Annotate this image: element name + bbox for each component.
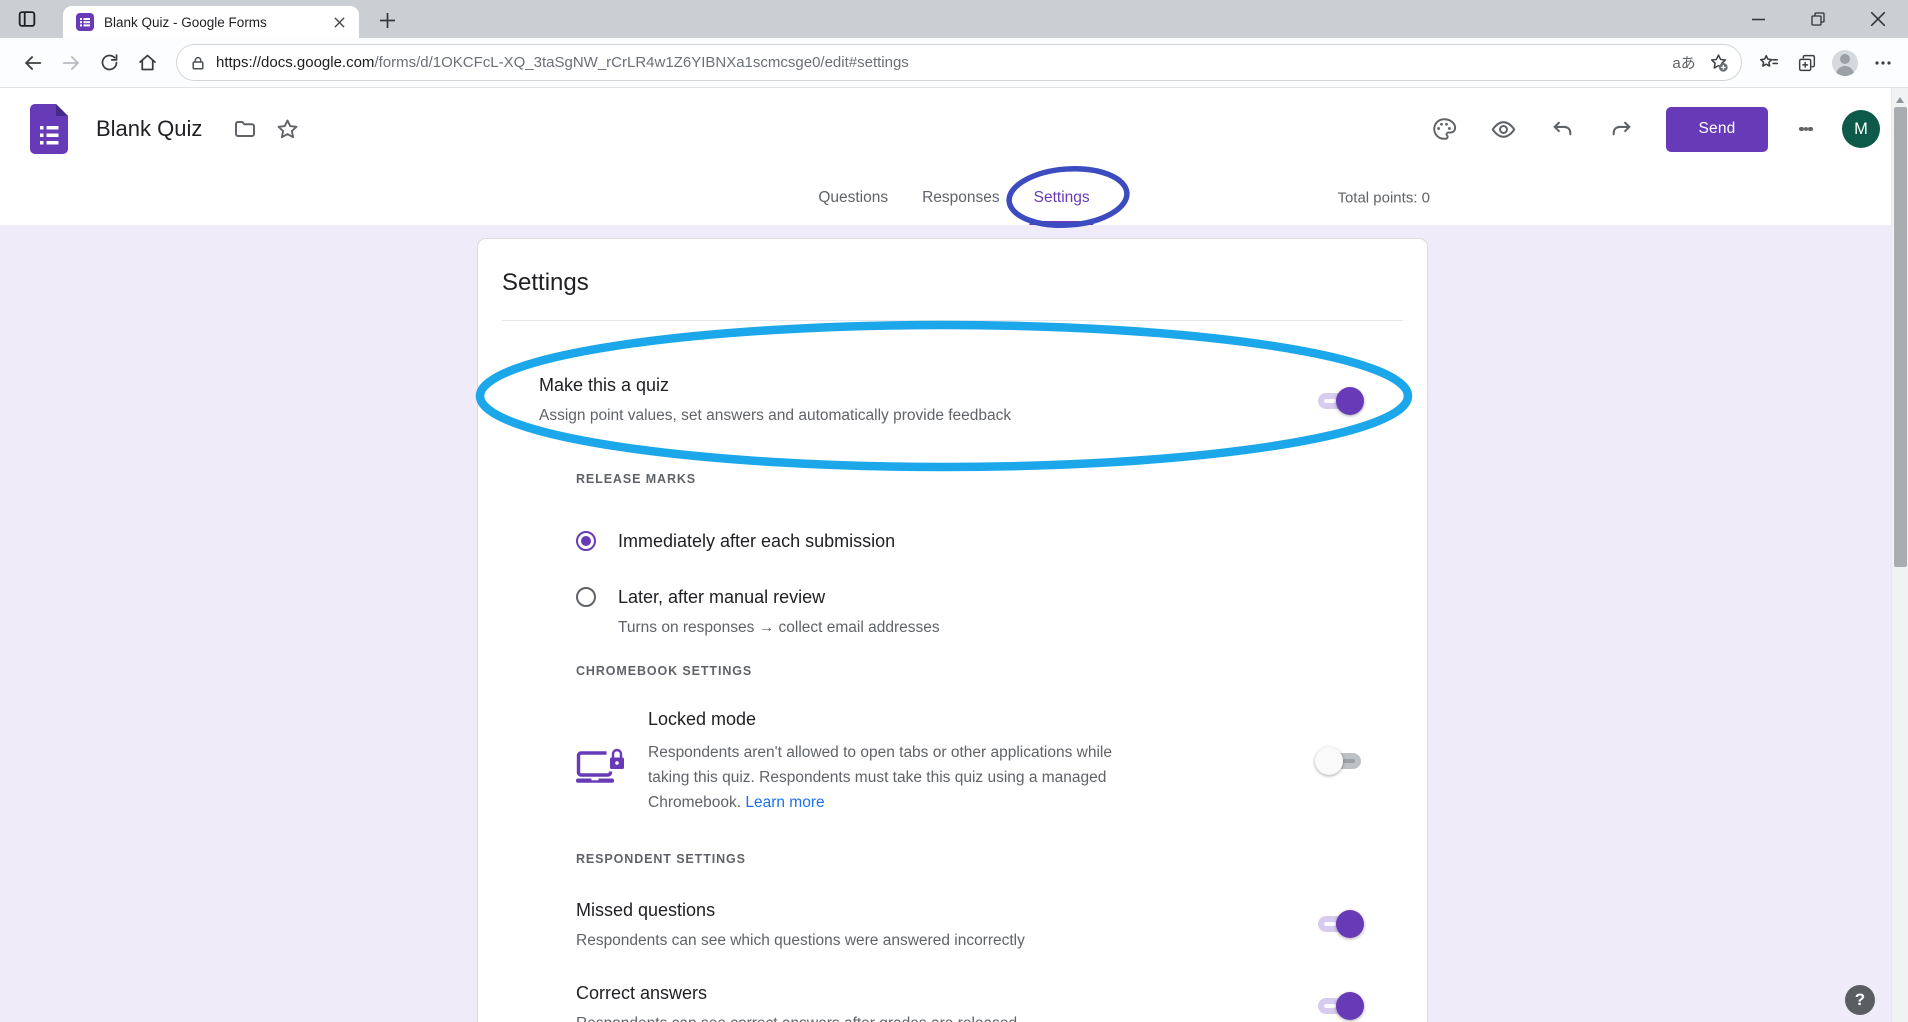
missed-questions-subtitle: Respondents can see which questions were… [576, 931, 1427, 951]
form-title[interactable]: Blank Quiz [96, 116, 202, 142]
missed-questions-toggle[interactable] [1316, 910, 1363, 938]
url-text: https://docs.google.com/forms/d/1OKCFcL-… [216, 54, 1667, 71]
respondent-heading: RESPONDENT SETTINGS [576, 852, 1427, 867]
redo-icon[interactable] [1600, 108, 1642, 150]
forms-logo-icon[interactable] [30, 104, 68, 154]
minimize-button[interactable] [1728, 0, 1788, 38]
tab-title: Blank Quiz - Google Forms [104, 15, 327, 30]
profile-avatar [1832, 50, 1858, 76]
locked-mode-toggle[interactable] [1316, 747, 1363, 775]
forms-header: Blank Quiz [0, 88, 1908, 170]
settings-card: Settings Make this a quiz Assign point v… [477, 238, 1428, 1022]
forms-nav: Questions Responses Settings Total point… [0, 170, 1908, 225]
browser-menu-icon[interactable] [1864, 44, 1902, 82]
profile-icon[interactable] [1826, 44, 1864, 82]
preview-eye-icon[interactable] [1482, 108, 1524, 150]
missed-questions-title: Missed questions [576, 898, 1427, 922]
browser-tab[interactable]: Blank Quiz - Google Forms [63, 6, 359, 38]
locked-mode-row: Locked mode Respondents aren't allowed t… [576, 707, 1427, 815]
browser-titlebar: Blank Quiz - Google Forms [0, 0, 1908, 38]
radio-unselected-icon[interactable] [576, 587, 596, 607]
window-layout-icon [16, 8, 38, 30]
correct-answers-toggle[interactable] [1316, 992, 1363, 1020]
make-quiz-subtitle: Assign point values, set answers and aut… [539, 406, 1427, 426]
tab-settings[interactable]: Settings [1017, 170, 1107, 225]
radio-option-later[interactable]: Later, after manual review [576, 585, 1427, 609]
radio-later-note: Turns on responses → collect email addre… [618, 618, 1427, 638]
missed-questions-row: Missed questions Respondents can see whi… [576, 898, 1427, 951]
correct-answers-row: Correct answers Respondents can see corr… [576, 981, 1427, 1022]
new-tab-button[interactable] [372, 7, 402, 33]
page-scrollbar[interactable] [1891, 88, 1908, 1022]
restore-button[interactable] [1788, 0, 1848, 38]
move-to-folder-icon[interactable] [224, 108, 266, 150]
total-points-label: Total points: 0 [1337, 189, 1430, 206]
translate-icon[interactable]: aあ [1667, 47, 1701, 79]
learn-more-link[interactable]: Learn more [745, 794, 824, 811]
radio-option-immediately[interactable]: Immediately after each submission [576, 529, 1427, 553]
favorites-icon[interactable] [1750, 44, 1788, 82]
collections-icon[interactable] [1788, 44, 1826, 82]
correct-answers-subtitle: Respondents can see correct answers afte… [576, 1014, 1427, 1022]
browser-toolbar: https://docs.google.com/forms/d/1OKCFcL-… [0, 38, 1908, 88]
settings-page: Settings Make this a quiz Assign point v… [0, 225, 1908, 1022]
correct-answers-title: Correct answers [576, 981, 1427, 1005]
make-quiz-title: Make this a quiz [539, 373, 1427, 397]
divider [502, 320, 1403, 321]
send-button[interactable]: Send [1666, 107, 1768, 152]
home-button[interactable] [128, 44, 166, 82]
more-options-icon[interactable] [1786, 109, 1826, 149]
make-quiz-toggle[interactable] [1316, 387, 1363, 415]
window-controls [1728, 0, 1908, 38]
close-button[interactable] [1848, 0, 1908, 38]
back-button[interactable] [14, 44, 52, 82]
chromebook-heading: CHROMEBOOK SETTINGS [576, 664, 1427, 679]
star-icon[interactable] [266, 108, 308, 150]
address-bar[interactable]: https://docs.google.com/forms/d/1OKCFcL-… [176, 44, 1742, 81]
scrollbar-thumb[interactable] [1894, 107, 1907, 567]
tab-close-icon[interactable] [327, 10, 351, 34]
card-title: Settings [502, 269, 1403, 297]
radio-selected-icon[interactable] [576, 531, 596, 551]
release-marks-heading: RELEASE MARKS [576, 472, 1427, 487]
locked-mode-description: Respondents aren't allowed to open tabs … [648, 740, 1153, 815]
theme-palette-icon[interactable] [1423, 108, 1465, 150]
scrollbar-up-arrow[interactable] [1896, 93, 1904, 103]
make-quiz-row: Make this a quiz Assign point values, se… [539, 373, 1427, 426]
tab-questions[interactable]: Questions [801, 170, 905, 225]
forms-favicon-icon [76, 13, 94, 31]
tab-responses[interactable]: Responses [905, 170, 1017, 225]
laptop-lock-icon [576, 747, 626, 815]
browser-window: Blank Quiz - Google Forms [0, 0, 1908, 1022]
undo-icon[interactable] [1541, 108, 1583, 150]
account-avatar[interactable]: M [1842, 110, 1880, 148]
lock-icon[interactable] [190, 55, 206, 71]
locked-mode-title: Locked mode [648, 707, 1153, 731]
tab-actions-button[interactable] [9, 5, 45, 33]
forward-button[interactable] [52, 44, 90, 82]
refresh-button[interactable] [90, 44, 128, 82]
help-button[interactable]: ? [1845, 985, 1875, 1015]
add-favorite-icon[interactable] [1701, 47, 1735, 79]
